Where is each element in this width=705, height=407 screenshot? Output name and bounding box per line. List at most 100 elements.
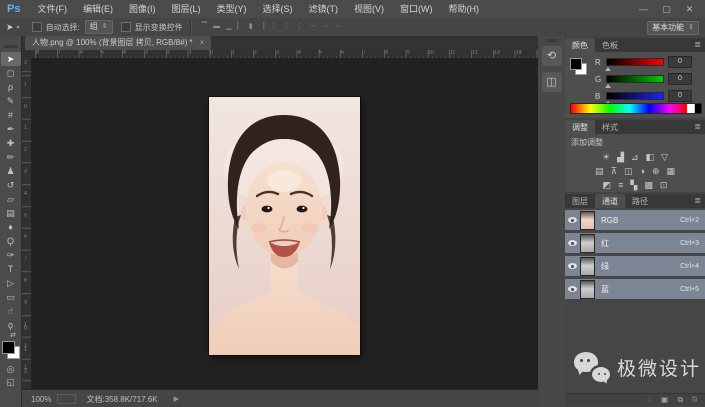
channel-row[interactable]: 蓝 Ctrl+5 [565, 279, 705, 299]
menu-type[interactable]: 类型(Y) [208, 0, 254, 18]
panel-menu-icon[interactable]: ≣ [694, 194, 705, 208]
color-spectrum-ramp[interactable] [570, 103, 702, 114]
blur-tool[interactable]: ♦ [1, 220, 21, 234]
eraser-tool[interactable]: ▱ [1, 192, 21, 206]
tab-layers[interactable]: 图层 [565, 194, 595, 208]
auto-select-dropdown[interactable]: 组 ⇕ [85, 20, 113, 34]
brush-tool[interactable]: ✏ [1, 150, 21, 164]
eyedropper-tool[interactable]: ✒ [1, 122, 21, 136]
black-white-icon[interactable]: ◫ [624, 164, 633, 178]
brightness-contrast-icon[interactable]: ☀ [602, 150, 610, 164]
new-channel-button[interactable]: ⧉ [677, 394, 683, 406]
distribute-vertical-centers-icon[interactable]: ⋮ [280, 18, 293, 36]
close-button[interactable]: ✕ [678, 0, 701, 18]
menu-edit[interactable]: 编辑(E) [75, 0, 121, 18]
delete-channel-button[interactable]: ⍉ [692, 394, 697, 406]
distribute-bottom-edges-icon[interactable]: ⋮ [293, 18, 306, 36]
visibility-toggle[interactable] [565, 286, 580, 292]
visibility-toggle[interactable] [565, 263, 580, 269]
threshold-icon[interactable]: ▚ [630, 178, 637, 192]
menu-view[interactable]: 视图(V) [346, 0, 392, 18]
move-tool-preset-icon[interactable]: ➤ [0, 22, 17, 33]
tab-color[interactable]: 颜色 [565, 38, 595, 52]
align-top-edges-icon[interactable]: ▔ [199, 18, 210, 36]
gradient-map-icon[interactable]: ▩ [644, 178, 653, 192]
color-slider-track[interactable] [606, 75, 664, 83]
channel-row[interactable]: 绿 Ctrl+4 [565, 256, 705, 276]
status-options-arrow-icon[interactable]: ▶ [174, 395, 179, 403]
distribute-right-edges-icon[interactable]: ⋯ [332, 18, 345, 36]
gradient-tool[interactable]: ▤ [1, 206, 21, 220]
hue-saturation-icon[interactable]: ▤ [595, 164, 604, 178]
photo-filter-icon[interactable]: ◑ [640, 164, 645, 178]
zoom-level-field[interactable]: 100% [22, 395, 57, 404]
channel-value-field[interactable]: 0 [668, 73, 692, 85]
align-right-edges-icon[interactable]: ▕ [256, 18, 267, 36]
selective-color-icon[interactable]: ⊡ [660, 178, 668, 192]
tab-paths[interactable]: 路径 [625, 194, 655, 208]
channel-value-field[interactable]: 0 [668, 56, 692, 68]
document-tab[interactable]: 人物.png @ 100% (背景图层 拷贝, RGB/8#) * × [25, 36, 211, 50]
channel-value-field[interactable]: 0 [668, 90, 692, 102]
color-lookup-icon[interactable]: ▦ [667, 164, 676, 178]
visibility-toggle[interactable] [565, 240, 580, 246]
tab-channels[interactable]: 通道 [595, 194, 625, 208]
channel-thumbnail[interactable] [580, 211, 595, 230]
menu-window[interactable]: 窗口(W) [392, 0, 441, 18]
dodge-tool[interactable]: Ϙ [1, 234, 21, 248]
move-tool[interactable]: ➤ [1, 52, 21, 66]
menu-filter[interactable]: 滤镜(T) [300, 0, 346, 18]
visibility-toggle[interactable] [565, 217, 580, 223]
history-panel-icon[interactable]: ⟲ [542, 46, 562, 66]
document-close-icon[interactable]: × [200, 36, 205, 50]
menu-image[interactable]: 图像(I) [121, 0, 164, 18]
foreground-color-swatch[interactable] [570, 58, 582, 70]
menu-help[interactable]: 帮助(H) [440, 0, 487, 18]
channel-thumbnail[interactable] [580, 280, 595, 299]
foreground-color-swatch[interactable] [2, 341, 15, 354]
tool-preset-caret-icon[interactable]: ▾ [17, 24, 24, 31]
properties-panel-icon[interactable]: ◫ [542, 72, 562, 92]
document-canvas[interactable] [209, 97, 360, 355]
lasso-tool[interactable]: ρ [1, 80, 21, 94]
zoom-tool[interactable]: ϙ [1, 318, 21, 332]
maximize-button[interactable]: ▢ [655, 0, 678, 18]
type-tool[interactable]: T [1, 262, 21, 276]
distribute-top-edges-icon[interactable]: ⋮ [267, 18, 280, 36]
hand-tool[interactable]: ☝ [1, 304, 21, 318]
load-channel-as-selection-button[interactable]: ◌ [647, 394, 652, 406]
menu-select[interactable]: 选择(S) [254, 0, 300, 18]
channel-mixer-icon[interactable]: ⊕ [652, 164, 660, 178]
align-left-edges-icon[interactable]: ▏ [234, 18, 245, 36]
history-brush-tool[interactable]: ↺ [1, 178, 21, 192]
distribute-left-edges-icon[interactable]: ⋯ [306, 18, 319, 36]
color-balance-icon[interactable]: ⊼ [610, 164, 617, 178]
exposure-icon[interactable]: ◧ [646, 150, 655, 164]
align-horizontal-centers-icon[interactable]: ▮ [246, 18, 256, 36]
panel-menu-icon[interactable]: ≣ [694, 38, 705, 52]
channel-thumbnail[interactable] [580, 257, 595, 276]
quick-mask-button[interactable]: ◎ [1, 363, 21, 376]
auto-select-checkbox[interactable] [32, 22, 42, 32]
healing-brush-tool[interactable]: ✚ [1, 136, 21, 150]
screen-mode-button[interactable]: ◱ [1, 376, 21, 389]
menu-layer[interactable]: 图层(L) [163, 0, 208, 18]
vibrance-icon[interactable]: ▽ [661, 150, 668, 164]
swap-colors-icon[interactable]: ⇄ [0, 332, 16, 340]
channel-row[interactable]: 红 Ctrl+3 [565, 233, 705, 253]
align-vertical-centers-icon[interactable]: ▬ [210, 18, 223, 36]
quick-selection-tool[interactable]: ✎ [1, 94, 21, 108]
clone-stamp-tool[interactable]: ♟ [1, 164, 21, 178]
rectangle-tool[interactable]: ▭ [1, 290, 21, 304]
invert-icon[interactable]: ◩ [603, 178, 612, 192]
minimize-button[interactable]: — [632, 0, 655, 18]
tab-adjustments[interactable]: 调整 [565, 120, 595, 134]
channel-row[interactable]: RGB Ctrl+2 [565, 210, 705, 230]
curves-icon[interactable]: ⊿ [631, 150, 639, 164]
rectangular-marquee-tool[interactable]: ◻ [1, 66, 21, 80]
path-selection-tool[interactable]: ▷ [1, 276, 21, 290]
tab-swatches[interactable]: 色板 [595, 38, 625, 52]
panel-menu-icon[interactable]: ≣ [694, 120, 705, 134]
levels-icon[interactable]: ▟ [617, 150, 624, 164]
channel-thumbnail[interactable] [580, 234, 595, 253]
